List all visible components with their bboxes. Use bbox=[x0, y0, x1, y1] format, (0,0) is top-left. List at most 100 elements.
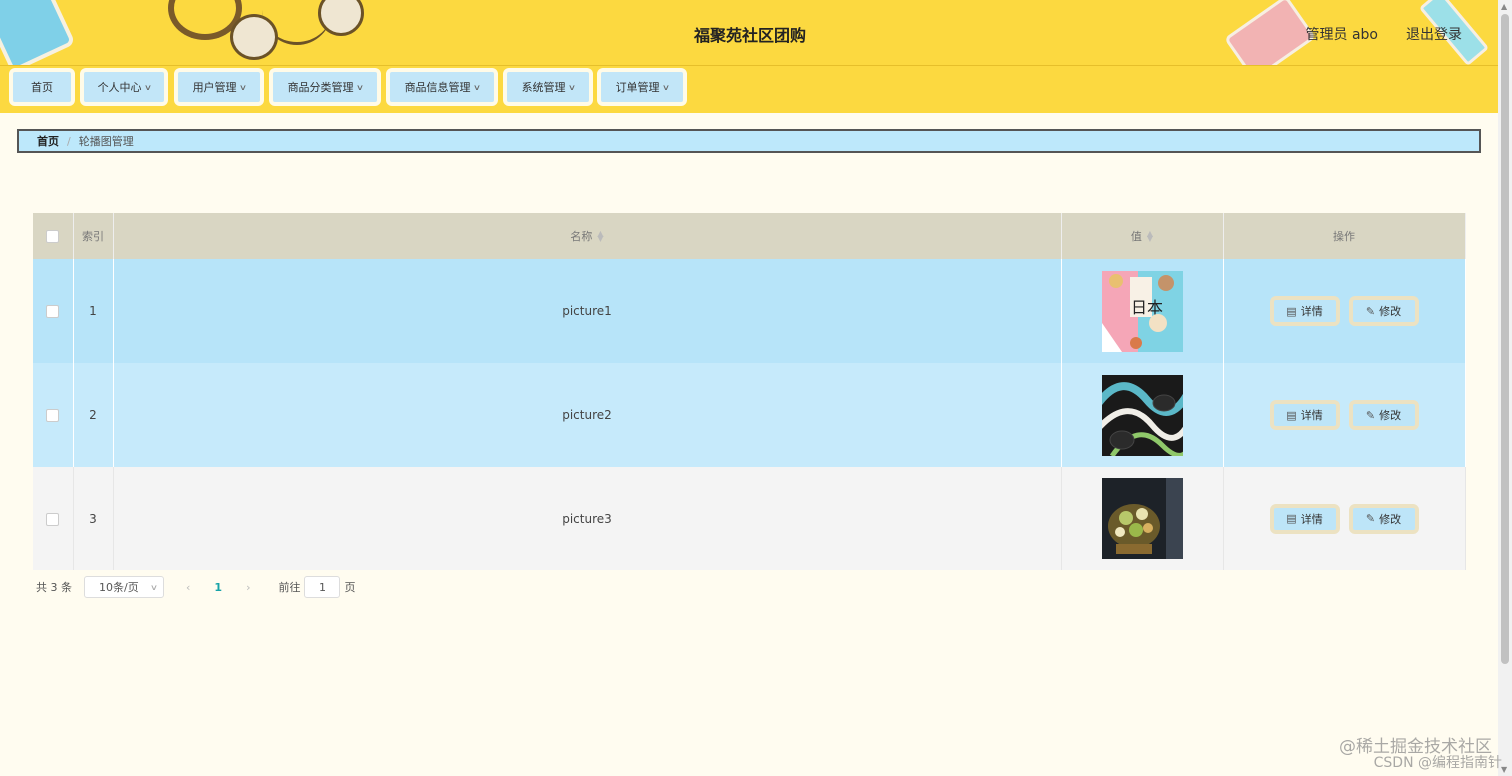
actions-cell: ▤ 详情 ✎ 修改 bbox=[1223, 259, 1466, 363]
page-number-current[interactable]: 1 bbox=[214, 581, 222, 594]
index-cell: 3 bbox=[73, 467, 114, 570]
nav-item-label: 系统管理 bbox=[521, 81, 566, 94]
nav-item-label: 个人中心 bbox=[97, 81, 142, 94]
header-label: 名称 bbox=[570, 230, 593, 243]
goto-page-input[interactable] bbox=[304, 576, 341, 598]
breadcrumb-home[interactable]: 首页 bbox=[37, 133, 59, 149]
document-icon: ▤ bbox=[1286, 304, 1297, 318]
edit-button-label: 修改 bbox=[1379, 305, 1402, 318]
nav-item-category-management[interactable]: 商品分类管理 ∨ bbox=[269, 68, 381, 106]
phone-illustration bbox=[0, 0, 76, 65]
carousel-table: 索引 名称 ▲ ▼ 值 ▲ ▼ 操作 1 picture1 日本 ▤ 详情 ✎ … bbox=[33, 213, 1466, 570]
detail-button[interactable]: ▤ 详情 bbox=[1269, 503, 1340, 534]
carousel-thumbnail[interactable]: 日本 bbox=[1101, 270, 1183, 352]
nav-item-label: 用户管理 bbox=[192, 81, 237, 94]
header-actions: 操作 bbox=[1223, 213, 1466, 259]
breadcrumb-separator: / bbox=[67, 134, 71, 148]
actions-cell: ▤ 详情 ✎ 修改 bbox=[1223, 467, 1466, 570]
detail-button[interactable]: ▤ 详情 bbox=[1269, 296, 1340, 326]
scrollbar-thumb[interactable] bbox=[1501, 14, 1509, 664]
vertical-scrollbar[interactable]: ▲ ▼ bbox=[1498, 0, 1512, 776]
table-row: 1 picture1 日本 ▤ 详情 ✎ 修改 bbox=[33, 259, 1466, 363]
chevron-down-icon: ∨ bbox=[567, 82, 576, 92]
select-all-checkbox[interactable] bbox=[46, 229, 60, 243]
detail-button-label: 详情 bbox=[1300, 305, 1323, 318]
header-label: 操作 bbox=[1333, 230, 1355, 243]
pencil-icon: ✎ bbox=[1365, 408, 1376, 422]
site-title: 福聚苑社区团购 bbox=[693, 26, 806, 45]
nav-item-label: 订单管理 bbox=[615, 81, 660, 94]
value-cell bbox=[1061, 467, 1224, 570]
header-label: 索引 bbox=[82, 230, 104, 243]
eraser-illustration bbox=[1223, 0, 1317, 65]
row-checkbox[interactable] bbox=[46, 305, 60, 318]
edit-button[interactable]: ✎ 修改 bbox=[1348, 296, 1419, 326]
nav-item-order-management[interactable]: 订单管理 ∨ bbox=[597, 68, 687, 106]
goto-label: 前往 bbox=[278, 581, 301, 594]
actions-cell: ▤ 详情 ✎ 修改 bbox=[1223, 363, 1466, 467]
carousel-thumbnail[interactable] bbox=[1101, 374, 1183, 456]
pagination: 共 3 条 10条/页 ∨ ‹ 1 › 前往 页 bbox=[36, 575, 355, 599]
chevron-down-icon: ∨ bbox=[238, 82, 247, 92]
header-label: 值 bbox=[1130, 230, 1142, 243]
edit-button-label: 修改 bbox=[1379, 409, 1402, 422]
row-select-cell bbox=[33, 467, 74, 570]
nav-item-label: 商品分类管理 bbox=[287, 81, 354, 94]
nav-item-system-management[interactable]: 系统管理 ∨ bbox=[503, 68, 593, 106]
name-cell: picture1 bbox=[113, 259, 1062, 363]
page-size-value: 10条/页 bbox=[99, 581, 139, 594]
header-index: 索引 bbox=[73, 213, 114, 259]
admin-label: 管理员 abo bbox=[1305, 27, 1378, 43]
pencil-icon: ✎ bbox=[1365, 512, 1376, 525]
edit-button-label: 修改 bbox=[1379, 512, 1402, 526]
value-cell bbox=[1061, 363, 1224, 467]
page-size-select[interactable]: 10条/页 ∨ bbox=[84, 576, 164, 598]
chevron-down-icon: ∨ bbox=[143, 82, 152, 92]
prev-page-button[interactable]: ‹ bbox=[186, 581, 190, 594]
row-select-cell bbox=[33, 259, 74, 363]
nav-item-home[interactable]: 首页 bbox=[9, 68, 75, 106]
next-page-button[interactable]: › bbox=[246, 581, 250, 594]
main-nav: 首页 个人中心 ∨ 用户管理 ∨ 商品分类管理 ∨ 商品信息管理 ∨ 系统管理 ∨ 订单管… bbox=[0, 66, 1498, 113]
top-header: 福聚苑社区团购 管理员 abo 退出登录 bbox=[0, 0, 1498, 66]
nav-item-label: 首页 bbox=[31, 81, 53, 94]
index-cell: 1 bbox=[73, 259, 114, 363]
detail-button-label: 详情 bbox=[1300, 409, 1323, 422]
nav-item-personal-center[interactable]: 个人中心 ∨ bbox=[80, 68, 168, 106]
select-all-cell bbox=[33, 213, 74, 259]
nav-item-user-management[interactable]: 用户管理 ∨ bbox=[174, 68, 264, 106]
header-value[interactable]: 值 ▲ ▼ bbox=[1061, 213, 1224, 259]
row-checkbox[interactable] bbox=[46, 409, 60, 422]
row-checkbox[interactable] bbox=[46, 512, 60, 526]
index-cell: 2 bbox=[73, 363, 114, 467]
name-cell: picture3 bbox=[113, 467, 1062, 570]
edit-button[interactable]: ✎ 修改 bbox=[1348, 400, 1419, 430]
edit-button[interactable]: ✎ 修改 bbox=[1348, 503, 1419, 534]
document-icon: ▤ bbox=[1286, 512, 1297, 525]
detail-button-label: 详情 bbox=[1300, 512, 1323, 526]
table-row: 3 picture3 ▤ 详情 ✎ 修改 bbox=[33, 467, 1466, 570]
sort-icon[interactable]: ▲ ▼ bbox=[1147, 230, 1153, 242]
breadcrumb-current: 轮播图管理 bbox=[78, 135, 134, 148]
nav-item-product-management[interactable]: 商品信息管理 ∨ bbox=[386, 68, 498, 106]
page-unit-label: 页 bbox=[344, 581, 356, 594]
detail-button[interactable]: ▤ 详情 bbox=[1269, 400, 1340, 430]
total-count: 共 3 条 bbox=[36, 581, 72, 594]
carousel-thumbnail[interactable] bbox=[1101, 478, 1183, 559]
table-header-row: 索引 名称 ▲ ▼ 值 ▲ ▼ 操作 bbox=[33, 213, 1466, 259]
chevron-down-icon: ∨ bbox=[661, 82, 670, 92]
nav-item-label: 商品信息管理 bbox=[404, 81, 471, 94]
breadcrumb: 首页 / 轮播图管理 bbox=[17, 129, 1481, 153]
logout-link[interactable]: 退出登录 bbox=[1406, 24, 1462, 44]
scroll-up-icon[interactable]: ▲ bbox=[1501, 2, 1507, 11]
chevron-down-icon: ∨ bbox=[472, 82, 481, 92]
sort-icon[interactable]: ▲ ▼ bbox=[597, 230, 603, 242]
table-row: 2 picture2 ▤ 详情 ✎ 修改 bbox=[33, 363, 1466, 467]
row-select-cell bbox=[33, 363, 74, 467]
earphone-illustration bbox=[230, 14, 278, 60]
watermark-csdn: CSDN @编程指南针 bbox=[1373, 755, 1502, 771]
value-cell: 日本 bbox=[1061, 259, 1224, 363]
header-name[interactable]: 名称 ▲ ▼ bbox=[113, 213, 1062, 259]
pencil-icon: ✎ bbox=[1365, 304, 1376, 318]
name-cell: picture2 bbox=[113, 363, 1062, 467]
